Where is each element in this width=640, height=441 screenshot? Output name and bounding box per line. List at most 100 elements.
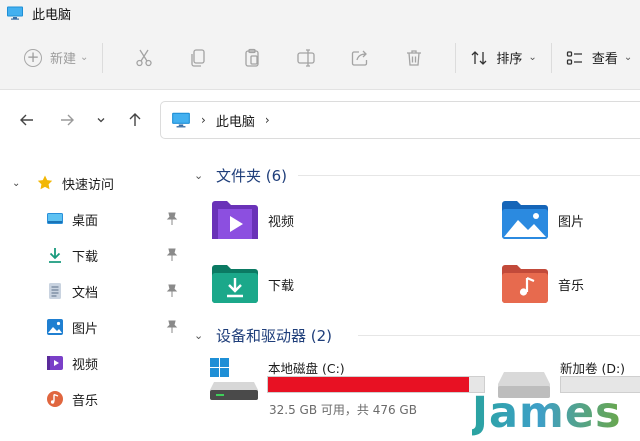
sidebar-item-label: 快速访问 [62, 177, 115, 193]
drive-space-text: 32.5 GB 可用，共 476 GB [269, 403, 417, 417]
up-button[interactable] [120, 105, 150, 135]
sidebar-item-label: 音乐 [72, 393, 99, 409]
sort-icon [471, 50, 487, 65]
drive-item-c[interactable]: 本地磁盘 (C:) 32.5 GB 可用，共 476 GB [204, 354, 494, 424]
copy-button[interactable] [171, 38, 225, 78]
folder-label: 图片 [558, 214, 585, 230]
drive-usage-bar [267, 376, 485, 393]
sidebar-item-label: 下载 [72, 249, 99, 265]
desktop-icon [46, 210, 64, 228]
group-title: 设备和驱动器 (2) [216, 326, 333, 345]
trash-icon [407, 49, 422, 66]
new-label: 新建 [50, 52, 77, 67]
chevron-down-icon: ⌄ [528, 52, 537, 63]
view-label: 查看 [591, 52, 618, 67]
sidebar-item-label: 图片 [72, 321, 99, 337]
windows-drive-icon [210, 358, 258, 400]
sidebar-item-pictures[interactable]: 图片 [0, 309, 190, 345]
navigation-row: › 此电脑 › [0, 91, 640, 147]
plus-icon: + [24, 48, 42, 67]
navigation-pane: ⌄ 快速访问 桌面 下载 文档 图片 视频 音乐 [0, 150, 190, 441]
computer-icon [7, 6, 23, 20]
cut-button[interactable] [117, 38, 171, 78]
chevron-down-icon [97, 118, 105, 123]
folders-group-header[interactable]: ⌄ 文件夹 (6) [190, 161, 287, 189]
breadcrumb-chevron-icon: › [201, 113, 206, 127]
watermark-text: James [472, 387, 622, 438]
folder-item-videos[interactable]: 视频 [210, 198, 294, 242]
folder-label: 下载 [268, 278, 295, 294]
chevron-down-icon: ⌄ [623, 52, 633, 63]
rename-icon [297, 48, 316, 67]
cut-icon [136, 49, 153, 66]
copy-icon [191, 48, 206, 67]
chevron-down-icon: ⌄ [194, 168, 204, 182]
sidebar-item-label: 视频 [72, 357, 99, 373]
forward-button[interactable] [52, 105, 82, 135]
group-title: 文件夹 (6) [216, 166, 288, 185]
star-icon [36, 174, 54, 192]
download-icon [46, 246, 64, 264]
back-button[interactable] [12, 105, 42, 135]
music-folder-icon [502, 265, 548, 303]
folder-item-downloads[interactable]: 下载 [210, 262, 294, 306]
group-divider [298, 175, 640, 176]
folder-item-music[interactable]: 音乐 [500, 262, 584, 306]
forward-arrow-icon [61, 114, 74, 126]
sidebar-item-documents[interactable]: 文档 [0, 273, 190, 309]
drive-name: 新加卷 (D:) [560, 361, 626, 376]
address-bar[interactable]: › 此电脑 › [160, 101, 640, 139]
chevron-down-icon: ⌄ [194, 328, 204, 342]
title-bar: 此电脑 [0, 0, 640, 26]
pictures-icon [46, 318, 64, 336]
pin-icon [166, 320, 178, 333]
computer-icon [172, 112, 190, 128]
videos-folder-icon [212, 201, 258, 239]
drive-name: 本地磁盘 (C:) [268, 361, 345, 376]
breadcrumb-location[interactable]: 此电脑 [216, 111, 255, 130]
pin-icon [166, 212, 178, 225]
share-icon [352, 50, 368, 66]
sidebar-item-desktop[interactable]: 桌面 [0, 201, 190, 237]
delete-button[interactable] [387, 38, 441, 78]
command-bar: + 新建 ⌄ 排序 ⌄ 查看 ⌄ [0, 26, 640, 90]
sort-label: 排序 [496, 52, 523, 67]
toolbar-divider [102, 42, 104, 73]
up-arrow-icon [129, 113, 141, 126]
paste-button[interactable] [225, 38, 279, 78]
toolbar-divider [550, 42, 552, 73]
recent-locations-button[interactable] [86, 105, 116, 135]
chevron-down-icon: ⌄ [12, 177, 21, 189]
sidebar-item-label: 桌面 [72, 213, 99, 229]
new-button[interactable]: + 新建 ⌄ [24, 48, 88, 67]
watermark-logo: James [472, 384, 640, 441]
pin-icon [166, 248, 178, 261]
window-title: 此电脑 [32, 7, 72, 23]
sidebar-item-label: 文档 [72, 285, 99, 301]
sidebar-item-music[interactable]: 音乐 [0, 381, 190, 417]
toolbar-divider [455, 42, 457, 73]
folder-label: 视频 [268, 214, 295, 230]
paste-icon [245, 48, 260, 67]
sidebar-item-quick-access[interactable]: ⌄ 快速访问 [0, 165, 190, 201]
group-divider [358, 335, 640, 336]
share-button[interactable] [333, 38, 387, 78]
videos-icon [46, 354, 64, 372]
sidebar-item-downloads[interactable]: 下载 [0, 237, 190, 273]
folder-item-pictures[interactable]: 图片 [500, 198, 584, 242]
chevron-down-icon: ⌄ [80, 52, 89, 63]
music-icon [46, 390, 64, 408]
drive-usage-fill [268, 377, 470, 392]
view-list-icon [566, 50, 582, 65]
drives-group-header[interactable]: ⌄ 设备和驱动器 (2) [190, 321, 332, 349]
back-arrow-icon [20, 114, 33, 126]
document-icon [46, 282, 64, 300]
pin-icon [166, 284, 178, 297]
rename-button[interactable] [279, 38, 333, 78]
folder-label: 音乐 [558, 278, 585, 294]
sidebar-item-videos[interactable]: 视频 [0, 345, 190, 381]
pictures-folder-icon [502, 201, 548, 239]
breadcrumb-chevron-icon[interactable]: › [265, 113, 270, 127]
view-button[interactable]: 查看 ⌄ [566, 48, 632, 67]
sort-button[interactable]: 排序 ⌄ [470, 48, 537, 67]
